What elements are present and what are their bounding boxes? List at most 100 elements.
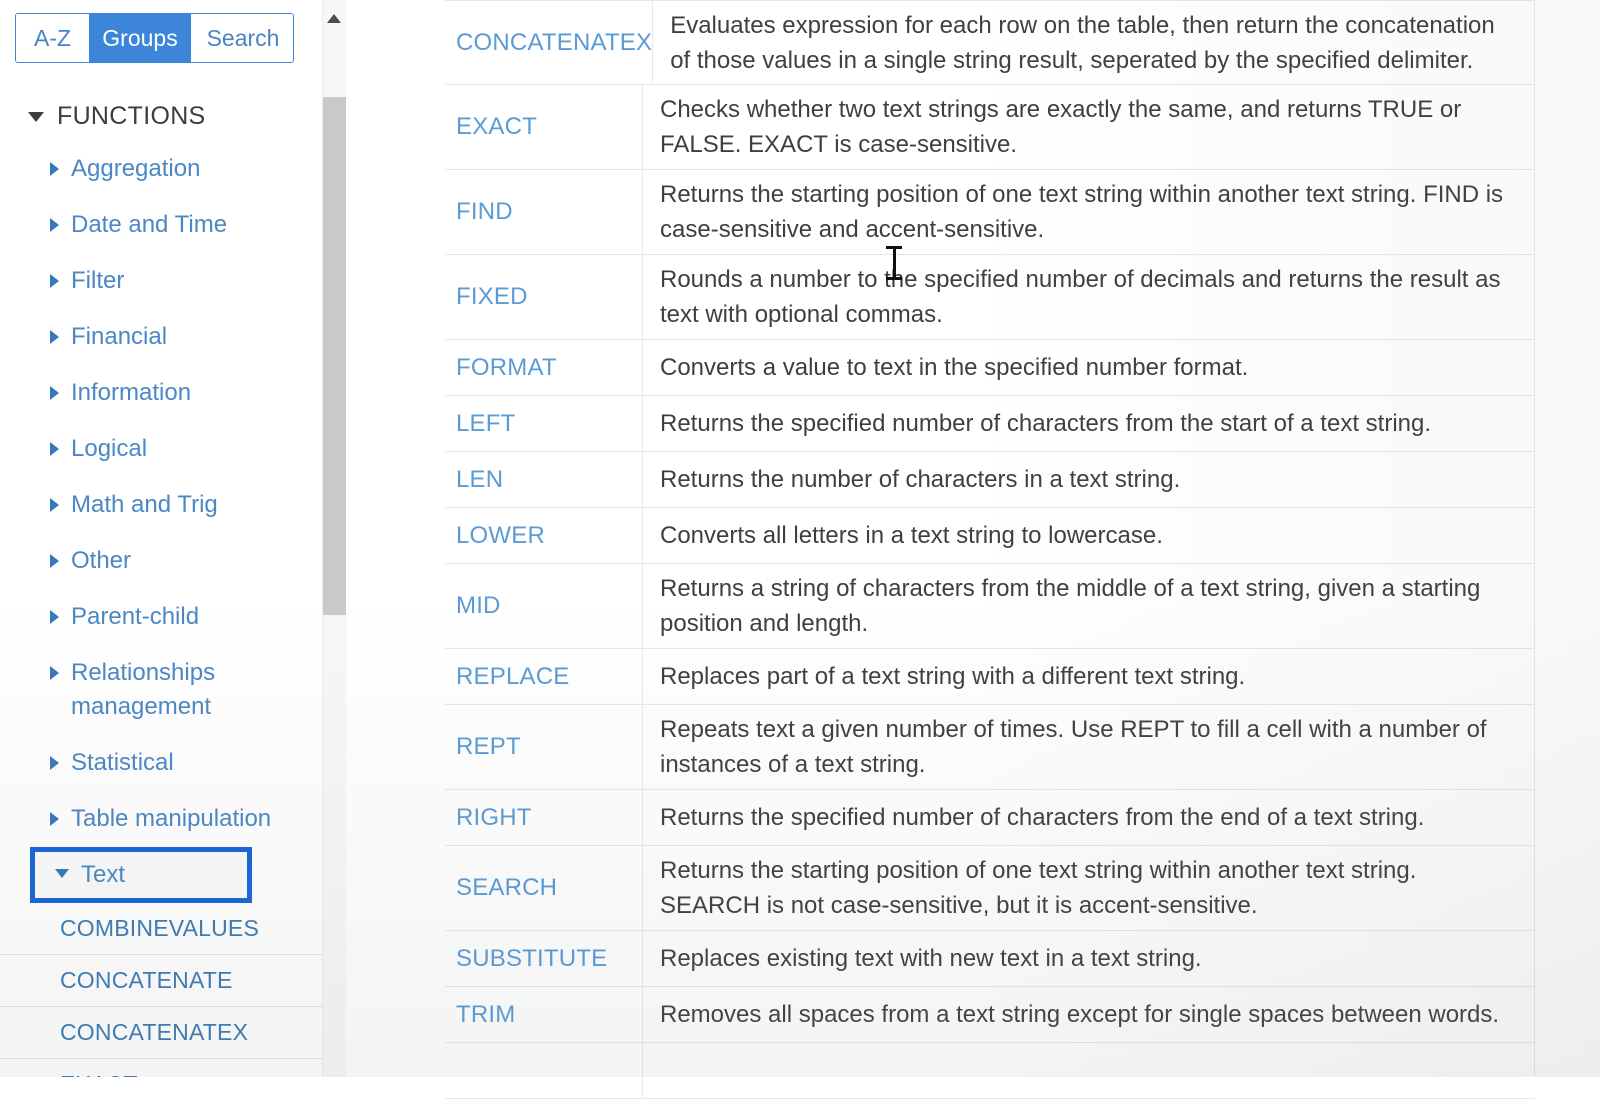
sidebar-category-date-and-time[interactable]: Date and Time bbox=[0, 197, 322, 253]
sidebar-category-information[interactable]: Information bbox=[0, 365, 322, 421]
function-name-cell[interactable]: FIXED bbox=[445, 255, 643, 339]
sidebar-category-filter[interactable]: Filter bbox=[0, 253, 322, 309]
caret-right-icon bbox=[50, 330, 59, 344]
scroll-up-arrow-icon[interactable] bbox=[327, 14, 341, 23]
function-name-cell[interactable]: CONCATENATEX bbox=[445, 1, 654, 84]
caret-right-icon bbox=[50, 274, 59, 288]
function-description-cell: Returns the number of characters in a te… bbox=[660, 466, 1181, 493]
function-description-cell: Rounds a number to the specified number … bbox=[660, 266, 1501, 328]
category-label: Filter bbox=[71, 267, 125, 294]
sidebar-category-aggregation[interactable]: Aggregation bbox=[0, 141, 322, 197]
sidebar-scrollbar[interactable] bbox=[322, 0, 346, 1077]
table-row[interactable]: TRIM Removes all spaces from a text stri… bbox=[445, 987, 1535, 1043]
sidebar-category-math-and-trig[interactable]: Math and Trig bbox=[0, 477, 322, 533]
content-gutter bbox=[346, 0, 444, 1077]
function-name-cell[interactable]: REPLACE bbox=[445, 649, 643, 704]
function-name-cell[interactable]: SEARCH bbox=[445, 846, 643, 930]
caret-down-icon bbox=[55, 869, 69, 878]
table-row[interactable]: CONCATENATEX Evaluates expression for ea… bbox=[445, 0, 1535, 85]
function-description-cell: Replaces existing text with new text in … bbox=[660, 945, 1202, 972]
function-name-cell[interactable]: LOWER bbox=[445, 508, 643, 563]
sidebar-category-text[interactable]: Text bbox=[30, 847, 252, 903]
functions-tree: FUNCTIONS Aggregation Date and Time Filt… bbox=[0, 92, 322, 1077]
function-name-cell[interactable]: EXACT bbox=[445, 85, 643, 169]
table-row[interactable]: SEARCH Returns the starting position of … bbox=[445, 846, 1535, 931]
functions-reference-table: CONCATENATEX Evaluates expression for ea… bbox=[445, 0, 1535, 1099]
category-label: Text bbox=[81, 861, 126, 888]
sidebar-category-financial[interactable]: Financial bbox=[0, 309, 322, 365]
view-mode-tabs: A-Z Groups Search bbox=[15, 13, 294, 63]
function-description-cell: Converts all letters in a text string to… bbox=[660, 522, 1163, 549]
function-name-cell[interactable]: TRIM bbox=[445, 987, 643, 1042]
tab-search[interactable]: Search bbox=[191, 14, 293, 62]
category-label: Table manipulation bbox=[71, 805, 272, 832]
sidebar-category-statistical[interactable]: Statistical bbox=[0, 735, 322, 791]
category-label: Statistical bbox=[71, 749, 174, 776]
caret-right-icon bbox=[50, 442, 59, 456]
caret-right-icon bbox=[50, 610, 59, 624]
caret-right-icon bbox=[50, 756, 59, 770]
function-name-cell[interactable]: FIND bbox=[445, 170, 643, 254]
sidebar-category-other[interactable]: Other bbox=[0, 533, 322, 589]
sidebar-function-exact[interactable]: EXACT bbox=[0, 1059, 322, 1077]
function-description-cell bbox=[643, 1043, 1535, 1098]
function-name-cell[interactable]: FORMAT bbox=[445, 340, 643, 395]
function-name-cell[interactable]: LEN bbox=[445, 452, 643, 507]
function-name-cell[interactable]: LEFT bbox=[445, 396, 643, 451]
sidebar-category-logical[interactable]: Logical bbox=[0, 421, 322, 477]
tab-a-z[interactable]: A-Z bbox=[16, 14, 89, 62]
sidebar-category-table-manipulation[interactable]: Table manipulation bbox=[0, 791, 322, 847]
caret-right-icon bbox=[50, 386, 59, 400]
sidebar-category-relationships-management[interactable]: Relationships management bbox=[0, 645, 322, 735]
function-name-cell[interactable]: RIGHT bbox=[445, 790, 643, 845]
function-description-cell: Returns a string of characters from the … bbox=[660, 575, 1481, 637]
table-row[interactable]: RIGHT Returns the specified number of ch… bbox=[445, 790, 1535, 846]
category-label: Math and Trig bbox=[71, 491, 218, 518]
category-label: Aggregation bbox=[71, 155, 201, 182]
caret-right-icon bbox=[50, 218, 59, 232]
table-row[interactable]: SUBSTITUTE Replaces existing text with n… bbox=[445, 931, 1535, 987]
category-label: Information bbox=[71, 379, 192, 406]
function-name-cell[interactable]: SUBSTITUTE bbox=[445, 931, 643, 986]
function-name-cell[interactable] bbox=[445, 1043, 643, 1098]
table-row[interactable]: EXACT Checks whether two text strings ar… bbox=[445, 85, 1535, 170]
tree-root-functions[interactable]: FUNCTIONS bbox=[0, 92, 322, 141]
table-row-partial[interactable] bbox=[445, 1043, 1535, 1099]
caret-down-icon bbox=[28, 111, 44, 122]
function-description-cell: Converts a value to text in the specifie… bbox=[660, 354, 1249, 381]
function-description-cell: Checks whether two text strings are exac… bbox=[660, 96, 1462, 158]
sidebar-category-parent-child[interactable]: Parent-child bbox=[0, 589, 322, 645]
scrollbar-thumb[interactable] bbox=[323, 97, 346, 615]
table-row[interactable]: FIXED Rounds a number to the specified n… bbox=[445, 255, 1535, 340]
sidebar-function-concatenatex[interactable]: CONCATENATEX bbox=[0, 1007, 322, 1059]
table-row[interactable]: LEFT Returns the specified number of cha… bbox=[445, 396, 1535, 452]
function-name-cell[interactable]: MID bbox=[445, 564, 643, 648]
table-row[interactable]: LEN Returns the number of characters in … bbox=[445, 452, 1535, 508]
sidebar-function-combinevalues[interactable]: COMBINEVALUES bbox=[0, 903, 322, 955]
table-right-border bbox=[1534, 0, 1535, 1077]
table-row[interactable]: LOWER Converts all letters in a text str… bbox=[445, 508, 1535, 564]
function-name-cell[interactable]: REPT bbox=[445, 705, 643, 789]
table-row[interactable]: MID Returns a string of characters from … bbox=[445, 564, 1535, 649]
function-description-cell: Returns the starting position of one tex… bbox=[660, 181, 1504, 243]
table-row[interactable]: FORMAT Converts a value to text in the s… bbox=[445, 340, 1535, 396]
caret-right-icon bbox=[50, 554, 59, 568]
tree-root-label: FUNCTIONS bbox=[57, 102, 206, 130]
function-description-cell: Repeats text a given number of times. Us… bbox=[660, 716, 1487, 778]
sidebar-function-concatenate[interactable]: CONCATENATE bbox=[0, 955, 322, 1007]
category-label: Parent-child bbox=[71, 603, 200, 630]
function-description-cell: Removes all spaces from a text string ex… bbox=[660, 1001, 1500, 1028]
category-label: Other bbox=[71, 547, 132, 574]
caret-right-icon bbox=[50, 812, 59, 826]
caret-right-icon bbox=[50, 498, 59, 512]
function-description-cell: Returns the specified number of characte… bbox=[660, 804, 1425, 831]
table-row[interactable]: REPLACE Replaces part of a text string w… bbox=[445, 649, 1535, 705]
table-row[interactable]: FIND Returns the starting position of on… bbox=[445, 170, 1535, 255]
function-description-cell: Replaces part of a text string with a di… bbox=[660, 663, 1246, 690]
category-label: Financial bbox=[71, 323, 168, 350]
tab-groups[interactable]: Groups bbox=[89, 14, 191, 62]
table-row[interactable]: REPT Repeats text a given number of time… bbox=[445, 705, 1535, 790]
caret-right-icon bbox=[50, 162, 59, 176]
category-label: Logical bbox=[71, 435, 148, 462]
text-ibeam-cursor bbox=[886, 246, 902, 280]
